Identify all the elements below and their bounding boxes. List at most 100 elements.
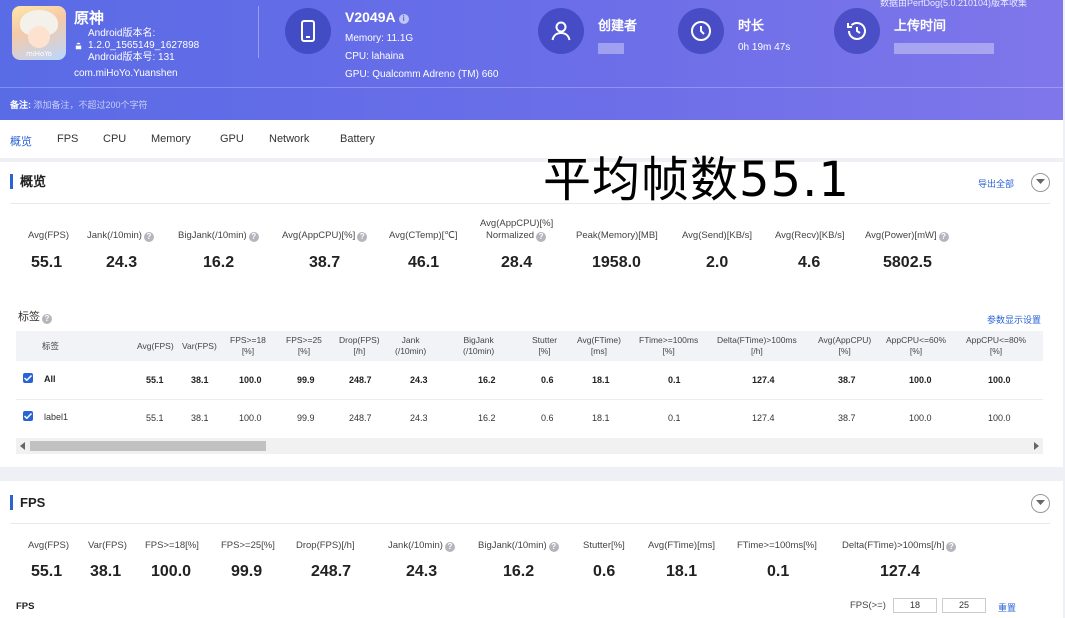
remark-input[interactable]: 添加备注，不超过200个字符: [34, 100, 148, 110]
help-icon[interactable]: ?: [946, 542, 957, 552]
table-cell: 100.0: [988, 413, 1011, 423]
table-header: 标签 Avg(FPS) Var(FPS) FPS>=18 [%] FPS>=25[…: [16, 331, 1043, 361]
tab-bar: 概览 FPS CPU Memory GPU Network Battery: [0, 120, 1063, 158]
remark-label: 备注:: [10, 100, 31, 110]
table-header-cell: BigJank (/10min): [463, 335, 495, 356]
table-cell: 0.1: [668, 375, 681, 385]
stat-label: Avg(AppCPU)[%]: [480, 218, 554, 229]
fps-chart-label: FPS: [16, 601, 35, 612]
android-version-value: 1.2.0_1565149_1627898: [88, 40, 200, 51]
stat-value: 4.6: [798, 254, 821, 271]
table-header-cell: Stutter [%]: [532, 335, 558, 356]
table-cell: 100.0: [909, 413, 932, 423]
table-cell: 99.9: [297, 413, 315, 423]
fps-threshold-input-2[interactable]: 25: [942, 598, 986, 613]
table-cell: 16.2: [478, 375, 496, 385]
header-divider: [258, 6, 259, 58]
table-header-cell: 标签: [42, 341, 60, 351]
stat-label: Avg(Send)[KB/s]: [682, 230, 753, 241]
scrollbar-thumb[interactable]: [30, 441, 266, 451]
fps-stat-value: 55.1: [31, 563, 63, 580]
stat-value: 24.3: [106, 254, 138, 271]
table-header-cell: Avg(AppCPU) [%]: [818, 335, 872, 356]
fps-stat-label: Avg(FTime)[ms]: [648, 540, 716, 551]
tab-battery[interactable]: Battery: [340, 133, 375, 145]
fps-stat-value: 0.1: [767, 563, 790, 580]
help-icon[interactable]: ?: [143, 232, 154, 242]
tab-cpu[interactable]: CPU: [103, 133, 126, 145]
help-icon[interactable]: ?: [536, 232, 547, 242]
android-icon: [75, 42, 82, 50]
device-gpu: GPU: Qualcomm Adreno (TM) 660: [345, 69, 499, 80]
table-header-cell: AppCPU<=80% [%]: [966, 335, 1027, 356]
row-checkbox[interactable]: [23, 373, 33, 383]
stat-label: BigJank(/10min)?: [178, 230, 259, 242]
upload-time-redacted: [894, 43, 994, 54]
fps-stat-value: 127.4: [880, 563, 921, 580]
fps-stat-value: 0.6: [593, 563, 616, 580]
param-settings-link[interactable]: 参数显示设置: [987, 313, 1041, 326]
fps-stat-value: 248.7: [311, 563, 352, 580]
fps-title: FPS: [10, 495, 45, 510]
check-icon: [24, 375, 32, 381]
table-cell: 248.7: [349, 413, 372, 423]
export-all-link[interactable]: 导出全部: [978, 177, 1014, 190]
tab-overview[interactable]: 概览: [10, 133, 32, 149]
collapse-overview-button[interactable]: [1031, 173, 1050, 192]
help-icon[interactable]: ?: [248, 232, 259, 242]
table-cell: 38.1: [191, 413, 209, 423]
horizontal-scrollbar[interactable]: [16, 438, 1043, 454]
tab-memory[interactable]: Memory: [151, 133, 191, 145]
chevron-down-icon: [1036, 179, 1045, 184]
fps-threshold-input-1[interactable]: 18: [893, 598, 937, 613]
help-icon[interactable]: ?: [357, 232, 368, 242]
tab-gpu[interactable]: GPU: [220, 133, 244, 145]
help-icon[interactable]: ?: [42, 314, 52, 324]
duration-value: 0h 19m 47s: [738, 42, 791, 53]
table-cell: 24.3: [410, 413, 428, 423]
fps-stat-value: 38.1: [90, 563, 122, 580]
table-row[interactable]: All 55.1 38.1 100.0 99.9 248.7 24.3 16.2…: [16, 361, 1043, 400]
table-row[interactable]: label1 55.1 38.1 100.0 99.9 248.7 24.3 1…: [16, 400, 1043, 439]
help-icon[interactable]: ?: [444, 542, 455, 552]
table-cell: 100.0: [988, 375, 1011, 385]
table-cell: 38.7: [838, 375, 856, 385]
help-icon[interactable]: ?: [938, 232, 949, 242]
stat-label: Avg(FPS): [28, 230, 70, 241]
remark-row[interactable]: 备注: 添加备注，不超过200个字符: [10, 98, 148, 111]
scroll-right-icon[interactable]: [1034, 442, 1039, 450]
fps-stat-label: Drop(FPS)[/h]: [296, 540, 355, 551]
help-icon[interactable]: ?: [548, 542, 559, 552]
fps-threshold-label: FPS(>=): [850, 600, 886, 611]
row-checkbox[interactable]: [23, 411, 33, 421]
table-header-cell: Avg(FPS): [137, 341, 174, 351]
app-version-info: Android版本名: 1.2.0_1565149_1627898 Androi…: [74, 28, 199, 64]
device-cpu: CPU: lahaina: [345, 51, 404, 62]
info-icon[interactable]: i: [398, 14, 409, 24]
stat-value: 28.4: [501, 254, 533, 271]
collapse-fps-button[interactable]: [1031, 494, 1050, 513]
stat-value: 38.7: [309, 254, 341, 271]
stat-label: Avg(AppCPU)[%]?: [282, 230, 368, 242]
tab-fps[interactable]: FPS: [57, 133, 78, 145]
app-name: 原神: [74, 10, 105, 27]
table-header-cell: FTime>=100ms [%]: [639, 335, 699, 356]
overview-title: 概览: [10, 174, 46, 189]
scroll-left-icon[interactable]: [20, 442, 25, 450]
fps-stat-value: 99.9: [231, 563, 263, 580]
fps-stat-label: Delta(FTime)>100ms[/h]?: [842, 540, 957, 552]
table-header-cell: Drop(FPS) [/h]: [339, 335, 380, 356]
stat-label: Jank(/10min)?: [87, 230, 154, 242]
table-header-cell: Delta(FTime)>100ms [/h]: [717, 335, 797, 356]
chevron-down-icon: [1036, 500, 1045, 505]
table-cell: 38.7: [838, 413, 856, 423]
tab-network[interactable]: Network: [269, 133, 309, 145]
table-header-cell: Var(FPS): [182, 341, 217, 351]
table-cell: 248.7: [349, 375, 372, 385]
stat-value: 1958.0: [592, 254, 641, 271]
table-cell: 18.1: [592, 375, 610, 385]
reset-button[interactable]: 重置: [998, 601, 1016, 614]
stat-value: 16.2: [203, 254, 235, 271]
creator-label: 创建者: [598, 18, 638, 33]
fps-stat-label: FPS>=18[%]: [145, 540, 199, 551]
